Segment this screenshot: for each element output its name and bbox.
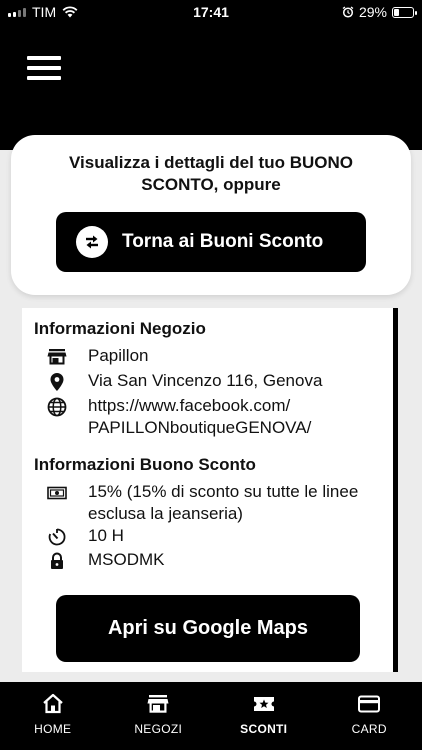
- voucher-discount-row: 15% (15% di sconto su tutte le linee esc…: [46, 481, 385, 525]
- home-icon: [41, 692, 65, 716]
- back-to-vouchers-button[interactable]: Torna ai Buoni Sconto: [56, 212, 366, 272]
- store-icon: [146, 692, 170, 716]
- voucher-discount: 15% (15% di sconto su tutte le linee esc…: [88, 481, 358, 525]
- store-name-row: Papillon: [46, 345, 385, 368]
- open-google-maps-button[interactable]: Apri su Google Maps: [56, 595, 360, 662]
- store-name: Papillon: [88, 346, 149, 365]
- alarm-icon: [342, 6, 354, 18]
- swap-arrows-icon: [76, 226, 108, 258]
- status-right: 29%: [342, 4, 417, 20]
- intro-text: Visualizza i dettagli del tuo BUONO SCON…: [68, 153, 353, 194]
- tab-home-label: HOME: [34, 722, 72, 736]
- store-icon: [47, 349, 67, 365]
- back-button-label: Torna ai Buoni Sconto: [122, 231, 324, 252]
- store-address-row: Via San Vincenzo 116, Genova: [46, 370, 385, 393]
- store-address: Via San Vincenzo 116, Genova: [88, 371, 323, 390]
- globe-icon: [47, 397, 67, 417]
- battery-fill: [394, 8, 399, 16]
- store-website-row[interactable]: https://www.facebook.com/ PAPILLONboutiq…: [46, 395, 385, 439]
- tab-sconti-label: SCONTI: [240, 722, 288, 736]
- tab-negozi-label: NEGOZI: [134, 722, 183, 736]
- tab-home[interactable]: HOME: [0, 682, 106, 750]
- tab-bar: HOME NEGOZI SCONTI CARD: [0, 682, 422, 750]
- ticket-star-icon: [252, 692, 276, 716]
- tab-card-label: CARD: [351, 722, 387, 736]
- voucher-code: MSODMK: [88, 550, 165, 569]
- website-line-1: https://www.facebook.com/: [88, 396, 291, 415]
- header: [0, 24, 422, 150]
- voucher-duration: 10 H: [88, 526, 124, 545]
- store-website[interactable]: https://www.facebook.com/ PAPILLONboutiq…: [88, 395, 311, 439]
- voucher-intro-card: Visualizza i dettagli del tuo BUONO SCON…: [11, 135, 411, 295]
- tab-sconti[interactable]: SCONTI: [211, 682, 317, 750]
- store-info-title: Informazioni Negozio: [34, 319, 206, 338]
- tab-negozi[interactable]: NEGOZI: [106, 682, 212, 750]
- battery-icon: [392, 6, 417, 18]
- location-pin-icon: [50, 373, 64, 391]
- discount-line-1: 15% (15% di sconto su tutte le linee: [88, 482, 359, 501]
- tab-card[interactable]: CARD: [317, 682, 422, 750]
- voucher-info-title: Informazioni Buono Sconto: [34, 455, 256, 474]
- voucher-code-row: MSODMK: [46, 549, 385, 572]
- website-line-2: PAPILLONboutiqueGENOVA/: [88, 418, 312, 437]
- status-bar: TIM 17:41 29%: [0, 0, 422, 24]
- voucher-duration-row: 10 H: [46, 525, 385, 548]
- hamburger-menu-icon[interactable]: [27, 54, 63, 82]
- credit-card-icon: [357, 692, 381, 716]
- money-icon: [47, 486, 67, 500]
- battery-percent: 29%: [358, 4, 387, 20]
- timer-icon: [48, 528, 66, 546]
- lock-icon: [51, 552, 63, 569]
- discount-line-2: esclusa la jeanseria): [88, 504, 243, 523]
- info-panel: Informazioni Negozio Papillon Via San Vi…: [22, 308, 398, 672]
